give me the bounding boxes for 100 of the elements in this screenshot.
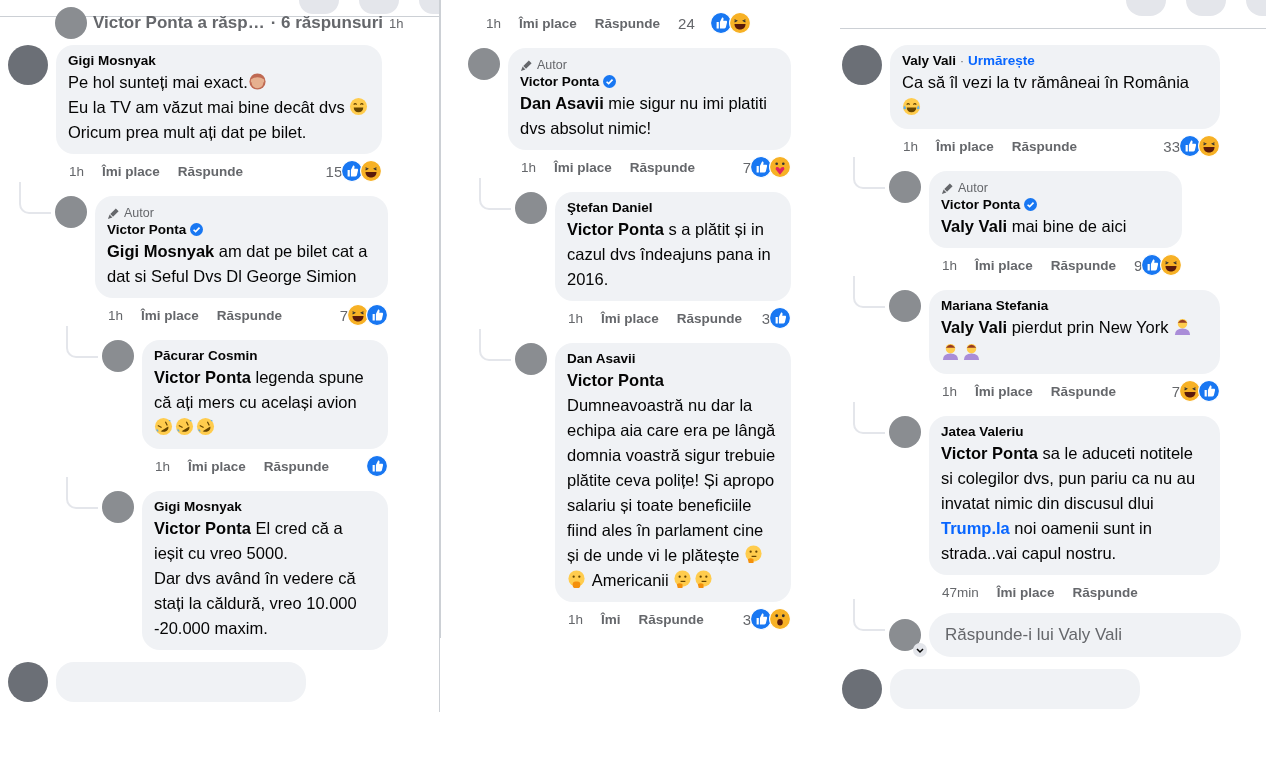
thread-line	[853, 599, 885, 631]
like-button[interactable]: Îmi place	[601, 310, 659, 326]
laughing-face-icon	[196, 417, 215, 436]
reply-button[interactable]: Răspunde	[1072, 584, 1138, 600]
avatar	[515, 192, 547, 224]
pen-icon	[941, 181, 954, 195]
round-button[interactable]	[359, 0, 399, 14]
like-button[interactable]: Îmi	[601, 611, 621, 627]
thumbs-up-icon	[341, 160, 364, 182]
reply-button[interactable]: Răspunde	[1050, 383, 1117, 399]
reaction-count: 9	[1134, 256, 1143, 274]
follow-link[interactable]: Urmărește	[968, 53, 1035, 68]
like-button[interactable]: Îmi place	[996, 584, 1055, 600]
surprised-face-icon	[769, 608, 791, 630]
thumbs-up-icon	[1198, 380, 1220, 402]
thread-line	[853, 276, 885, 308]
thumbs-up-icon	[769, 307, 791, 329]
caret-icon[interactable]	[913, 643, 927, 657]
hand-over-mouth-icon	[567, 570, 586, 589]
reply-button[interactable]: Răspunde	[629, 159, 696, 175]
reaction-count: 3	[742, 610, 751, 628]
comment-time: 1h	[903, 138, 919, 154]
avatar	[889, 619, 921, 651]
reply-button[interactable]: Răspunde	[594, 15, 661, 31]
thread-line	[853, 157, 885, 189]
thumbs-up-icon	[750, 156, 772, 178]
round-button[interactable]	[299, 0, 339, 14]
avatar	[842, 669, 882, 709]
like-button[interactable]: Îmi place	[975, 383, 1033, 399]
comment-text: Victor Ponta sa le aduceti notitele si colegilor dvs, pun pariu ca nu au invatat nimic din discusul dlui Trump.la noi oamenii sunt in strada..vai capul nostru.	[941, 443, 1197, 564]
round-button[interactable]	[1186, 0, 1226, 16]
laughing-face-icon	[154, 417, 173, 436]
author-name[interactable]: Gigi Mosnyak	[154, 499, 242, 514]
comment-time: 1h	[486, 15, 502, 31]
reply-field[interactable]: Răspunde-i lui Valy Vali	[929, 613, 1241, 657]
author-name[interactable]: Jatea Valeriu	[941, 424, 1024, 439]
like-button[interactable]: Îmi place	[188, 458, 246, 474]
replies-link[interactable]: Victor Ponta a răsp…	[93, 13, 265, 33]
author-name[interactable]: Păcurar Cosmin	[154, 348, 258, 363]
author-name[interactable]: Gigi Mosnyak	[68, 53, 156, 68]
comment-time: 1h	[108, 307, 124, 323]
like-button[interactable]: Îmi place	[102, 163, 160, 179]
avatar	[102, 491, 134, 523]
avatar	[468, 48, 500, 80]
person-icon	[1173, 317, 1193, 336]
reaction-count: 7	[339, 306, 348, 324]
reply-button[interactable]: Răspunde	[1011, 138, 1078, 154]
comment-time: 47min	[942, 584, 979, 600]
laughing-face-icon	[175, 417, 194, 436]
reply-button[interactable]: Răspunde	[263, 458, 330, 474]
avatar	[889, 416, 921, 448]
avatar	[55, 196, 87, 228]
author-name[interactable]: Valy Vali	[902, 53, 957, 68]
reply-button[interactable]: Răspunde	[216, 307, 283, 323]
comment-time: 1h	[521, 159, 537, 175]
reply-button[interactable]: Răspunde	[638, 611, 704, 627]
author-name[interactable]: Victor Ponta	[941, 197, 1021, 212]
thumbs-up-icon	[750, 608, 772, 630]
author-label: Autor	[537, 58, 567, 72]
laughing-face-icon	[1198, 135, 1220, 157]
laughing-face-icon	[347, 304, 369, 326]
separator-dot: ·	[960, 53, 965, 68]
reaction-count: 7	[742, 158, 751, 176]
comment-text: Gigi Mosnyak am dat pe bilet cat a dat si Seful Dvs Dl George Simion	[107, 241, 369, 287]
like-button[interactable]: Îmi place	[141, 307, 199, 323]
reply-button[interactable]: Răspunde	[1050, 257, 1117, 273]
like-button[interactable]: Îmi place	[554, 159, 612, 175]
thread-line	[853, 402, 885, 434]
mention-link[interactable]: Trump.la	[941, 519, 1010, 537]
laughing-face-icon	[728, 12, 751, 34]
like-button[interactable]: Îmi place	[936, 138, 994, 154]
thumbs-up-icon	[366, 304, 388, 326]
comment-text: Victor Ponta El cred că a ieșit cu vreo 5000. Dar dvs având în vedere că stați la căldură, vreo 10.000 -20.000 maxim.	[154, 518, 358, 639]
avatar	[8, 45, 48, 85]
comment-time: 1h	[69, 163, 85, 179]
reaction-count: 15	[325, 162, 343, 180]
comment-text: Pe hol sunteți mai exact. Eu la TV am văzut mai bine decât dvs Oricum prea mult ați dat pe bilet.	[68, 70, 371, 145]
author-name[interactable]: Ştefan Daniel	[567, 200, 653, 215]
reaction-count: 33	[1163, 137, 1180, 155]
round-button[interactable]	[1126, 0, 1166, 16]
thinking-face-icon	[744, 545, 764, 564]
author-name[interactable]: Victor Ponta	[107, 222, 187, 237]
avatar	[889, 171, 921, 203]
author-label: Autor	[124, 206, 154, 220]
author-name[interactable]: Dan Asavii	[567, 351, 636, 366]
laughing-face-icon	[1160, 254, 1183, 276]
thumbs-up-icon	[1179, 135, 1201, 157]
author-name[interactable]: Victor Ponta	[520, 74, 600, 89]
monkey-icon	[247, 72, 267, 91]
comment-time: 1h	[942, 383, 958, 399]
like-button[interactable]: Îmi place	[519, 15, 577, 31]
comment-text: Dan Asavii mie sigur nu imi platiti dvs absolut nimic!	[520, 93, 768, 139]
like-button[interactable]: Îmi place	[975, 257, 1033, 273]
comment-text: Valy Vali pierdut prin New York	[941, 315, 1208, 365]
author-name[interactable]: Mariana Stefania	[941, 298, 1049, 313]
avatar	[102, 340, 134, 372]
thinking-face-icon	[694, 570, 714, 589]
reply-button[interactable]: Răspunde	[177, 163, 244, 179]
reply-button[interactable]: Răspunde	[676, 310, 743, 326]
avatar	[515, 343, 547, 375]
